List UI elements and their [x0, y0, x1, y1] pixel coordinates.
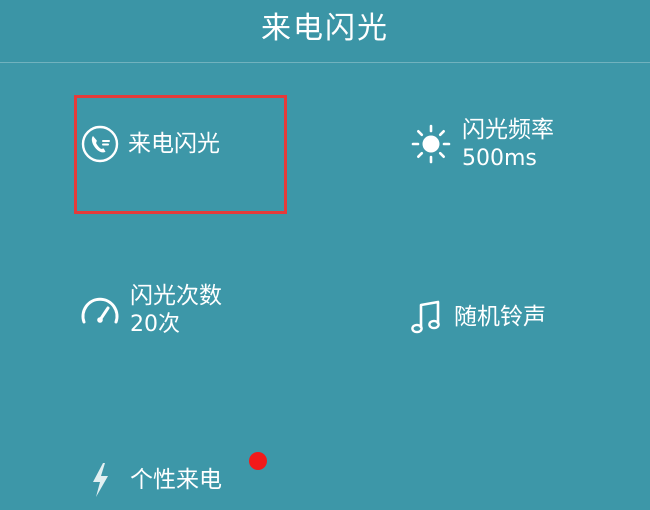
call-flash-label: 来电闪光: [128, 130, 220, 157]
flash-count-label: 闪光次数: [130, 283, 222, 309]
lightning-icon: [88, 460, 112, 500]
flash-frequency-button[interactable]: 闪光频率 500ms: [410, 116, 554, 172]
personal-call-label: 个性来电: [130, 466, 222, 493]
random-ringtone-button[interactable]: 随机铃声: [410, 298, 546, 336]
music-note-icon: [410, 298, 444, 336]
sun-icon: [410, 123, 452, 165]
page-title: 来电闪光: [261, 11, 389, 46]
speedometer-icon: [78, 288, 122, 332]
phone-in-circle-icon: [80, 124, 120, 164]
personal-call-button[interactable]: 个性来电: [88, 460, 222, 500]
flash-count-value: 20次: [130, 311, 180, 337]
flash-count-button[interactable]: 闪光次数 20次: [78, 282, 222, 338]
title-bar: 来电闪光: [0, 0, 650, 63]
call-flash-button[interactable]: 来电闪光: [80, 124, 220, 164]
notification-badge: [249, 452, 267, 470]
random-ringtone-label: 随机铃声: [454, 303, 546, 330]
flash-frequency-value: 500ms: [462, 145, 537, 171]
flash-frequency-label: 闪光频率: [462, 117, 554, 143]
